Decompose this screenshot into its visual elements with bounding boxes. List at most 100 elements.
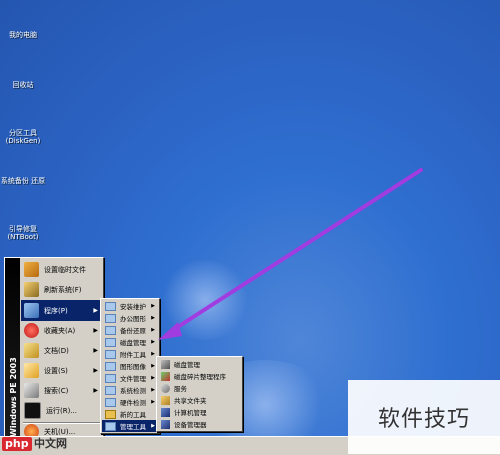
folder-icon <box>105 421 116 431</box>
menu-item-label: 关机(U)... <box>44 427 76 436</box>
programs-item-disk[interactable]: 磁盘管理 ▶ <box>102 336 158 348</box>
programs-item-files[interactable]: 文件管理 ▶ <box>102 372 158 384</box>
programs-submenu: 安装维护 ▶ 办公图形 ▶ 备份还原 ▶ 磁盘管理 ▶ 附件工具 ▶ 图形图像 … <box>100 298 160 434</box>
menu-item-documents[interactable]: 文档(D) ▶ <box>21 340 102 361</box>
submenu-arrow-icon: ▶ <box>151 423 155 429</box>
submenu-item-label: 备份还原 <box>120 327 146 335</box>
folder-icon <box>105 337 116 347</box>
start-menu-sidebar-text: Windows PE 2003 <box>9 357 18 437</box>
admin-item-services[interactable]: 服务 <box>158 382 241 394</box>
admin-item-computer-management[interactable]: 计算机管理 <box>158 406 241 418</box>
desktop-icon-label: 回收站 <box>12 81 34 89</box>
submenu-item-label: 磁盘管理 <box>174 361 200 369</box>
desktop-icon-ntboot[interactable]: 引导修复 (NTBoot) <box>0 206 46 241</box>
menu-item-favorites[interactable]: 收藏夹(A) ▶ <box>21 320 102 341</box>
menu-item-label: 程序(P) <box>44 306 68 315</box>
folder-icon <box>105 313 116 323</box>
admin-tools-submenu: 磁盘管理 磁盘碎片整理程序 服务 共享文件夹 计算机管理 设备管理器 <box>156 356 243 432</box>
submenu-item-label: 新的工具 <box>120 411 146 419</box>
defrag-icon <box>161 371 170 381</box>
admin-item-device-manager[interactable]: 设备管理器 <box>158 418 241 430</box>
menu-item-label: 运行(R)... <box>46 406 78 415</box>
submenu-item-label: 计算机管理 <box>174 409 207 417</box>
programs-item-admin-tools[interactable]: 管理工具 ▶ <box>102 420 158 432</box>
submenu-item-label: 管理工具 <box>120 423 146 431</box>
programs-item-graphics[interactable]: 图形图像 ▶ <box>102 360 158 372</box>
desktop-icon-recycle-bin[interactable]: 回收站 <box>0 62 46 89</box>
admin-item-shared-folders[interactable]: 共享文件夹 <box>158 394 241 406</box>
programs-item-accessories[interactable]: 附件工具 ▶ <box>102 348 158 360</box>
submenu-item-label: 图形图像 <box>120 363 146 371</box>
programs-item-new-tools[interactable]: 新的工具 <box>102 408 158 420</box>
admin-item-defrag[interactable]: 磁盘碎片整理程序 <box>158 370 241 382</box>
menu-item-label: 搜索(C) <box>44 386 69 395</box>
php-logo: php <box>2 437 32 451</box>
programs-icon <box>24 303 39 318</box>
menu-item-refresh[interactable]: 刷新系统(F) <box>21 279 102 300</box>
run-icon <box>24 402 41 419</box>
submenu-item-label: 文件管理 <box>120 375 146 383</box>
submenu-item-label: 办公图形 <box>120 315 146 323</box>
device-manager-icon <box>161 419 170 429</box>
desktop-icon-label: 引导修复 (NTBoot) <box>7 225 39 241</box>
submenu-arrow-icon: ▶ <box>93 387 98 394</box>
admin-item-disk-management[interactable]: 磁盘管理 <box>158 358 241 370</box>
desktop-icon-label: 系统备份 还原 <box>0 177 46 185</box>
menu-item-label: 刷新系统(F) <box>44 285 82 294</box>
menu-item-run[interactable]: 运行(R)... <box>21 400 102 421</box>
submenu-arrow-icon: ▶ <box>151 375 155 381</box>
folder-icon <box>105 397 116 407</box>
menu-item-label: 设置临时文件 <box>44 265 86 274</box>
menu-item-temp-files[interactable]: 设置临时文件 <box>21 259 102 280</box>
submenu-arrow-icon: ▶ <box>151 303 155 309</box>
folder-icon <box>105 325 116 335</box>
start-menu-sidebar: Windows PE 2003 <box>5 258 20 441</box>
programs-item-hardware[interactable]: 硬件检测 ▶ <box>102 396 158 408</box>
submenu-arrow-icon: ▶ <box>151 327 155 333</box>
computer-management-icon <box>161 407 170 417</box>
menu-item-label: 文档(D) <box>44 346 69 355</box>
menu-item-search[interactable]: 搜索(C) ▶ <box>21 380 102 401</box>
submenu-item-label: 附件工具 <box>120 351 146 359</box>
submenu-item-label: 共享文件夹 <box>174 397 207 405</box>
menu-item-label: 收藏夹(A) <box>44 326 76 335</box>
programs-item-install[interactable]: 安装维护 ▶ <box>102 300 158 312</box>
programs-item-office[interactable]: 办公图形 ▶ <box>102 312 158 324</box>
folder-icon <box>105 361 116 371</box>
desktop-icon-label: 分区工具 (DiskGen) <box>5 129 41 145</box>
submenu-arrow-icon: ▶ <box>93 327 98 334</box>
refresh-icon <box>24 282 39 297</box>
submenu-item-label: 磁盘管理 <box>120 339 146 347</box>
programs-item-system-check[interactable]: 系统检测 ▶ <box>102 384 158 396</box>
start-menu: Windows PE 2003 设置临时文件 刷新系统(F) 程序(P) ▶ 收… <box>4 257 104 442</box>
folder-icon <box>105 349 116 359</box>
submenu-arrow-icon: ▶ <box>93 307 98 314</box>
desktop-icon-diskgen[interactable]: 分区工具 (DiskGen) <box>0 110 46 145</box>
wallpaper-cloud <box>160 260 250 340</box>
site-logo-text: 中文网 <box>34 437 67 450</box>
programs-item-backup[interactable]: 备份还原 ▶ <box>102 324 158 336</box>
submenu-item-label: 设备管理器 <box>174 421 207 429</box>
menu-item-programs[interactable]: 程序(P) ▶ <box>21 300 102 321</box>
folder-icon <box>105 385 116 395</box>
submenu-arrow-icon: ▶ <box>151 339 155 345</box>
documents-icon <box>24 343 39 358</box>
shared-folder-icon <box>161 395 170 405</box>
submenu-arrow-icon: ▶ <box>151 399 155 405</box>
settings-icon <box>24 262 39 277</box>
menu-item-settings[interactable]: 设置(S) ▶ <box>21 360 102 381</box>
submenu-item-label: 服务 <box>174 385 187 393</box>
settings-icon <box>24 363 39 378</box>
disk-manager-icon <box>161 359 170 369</box>
services-icon <box>161 383 170 393</box>
submenu-item-label: 磁盘碎片整理程序 <box>174 373 226 381</box>
submenu-arrow-icon: ▶ <box>93 347 98 354</box>
desktop-icon-my-computer[interactable]: 我的电脑 <box>0 12 46 39</box>
submenu-arrow-icon: ▶ <box>151 363 155 369</box>
desktop-icon-backup[interactable]: 系统备份 还原 <box>0 158 46 185</box>
menu-item-label: 设置(S) <box>44 366 68 375</box>
submenu-item-label: 安装维护 <box>120 303 146 311</box>
tools-icon <box>105 409 116 419</box>
search-icon <box>24 383 39 398</box>
submenu-arrow-icon: ▶ <box>93 367 98 374</box>
